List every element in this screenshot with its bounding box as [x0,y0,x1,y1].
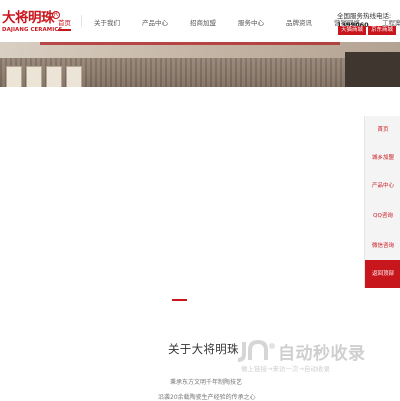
logo-text-en: DAJIANG CERAMICS [2,27,63,33]
hotline-label: 全国服务热线电话: [337,12,392,20]
side-item-home[interactable]: 首页 [365,116,400,144]
about-text-line: 秉承东方文明千年制陶技艺 [170,379,243,386]
brand-logo[interactable]: 大将明珠 R DAJIANG CERAMICS [2,10,62,40]
banner-tile-panel [6,66,22,87]
floating-side-menu: 首页 城乡加盟 产品中心 QQ咨询 微信咨询 返回顶部 [364,116,400,288]
hero-banner [0,42,400,87]
watermark-subtext: 做上链接→来访一次→自动收录 [241,365,330,373]
nav-item-about[interactable]: 关于我们 [94,17,120,27]
banner-tile-panel [26,66,42,87]
nav-item-service[interactable]: 服务中心 [238,17,264,27]
watermark: 自动秒收录 做上链接→来访一次→自动收录 [236,336,386,376]
banner-accent-line [40,42,340,45]
watermark-text: 自动秒收录 [278,344,366,364]
side-item-qq[interactable]: QQ咨询 [365,202,400,230]
site-header: 大将明珠 R DAJIANG CERAMICS 首页 关于我们 产品中心 招商加… [0,0,400,42]
tmall-button[interactable]: 天猫商城 [338,26,367,35]
nav-item-home[interactable]: 首页 [58,17,71,31]
side-item-wechat[interactable]: 微信咨询 [365,232,400,260]
watermark-logo-icon [237,340,275,362]
logo-text-cn: 大将明珠 [2,10,55,26]
jd-mall-button[interactable]: 京东商城 [368,26,397,35]
nav-divider [81,15,82,27]
side-item-join[interactable]: 城乡加盟 [365,144,400,172]
about-title: 关于大将明珠 [168,342,239,356]
nav-item-products[interactable]: 产品中心 [142,17,168,27]
nav-item-franchise[interactable]: 招商加盟 [190,17,216,27]
side-item-products[interactable]: 产品中心 [365,172,400,200]
banner-tile-panel [46,66,62,87]
back-to-top-button[interactable]: 返回顶部 [365,260,400,288]
banner-dark-wall [345,52,400,87]
nav-item-news[interactable]: 品牌资讯 [286,17,312,27]
section-divider [172,299,187,301]
banner-tile-panel [66,66,82,87]
